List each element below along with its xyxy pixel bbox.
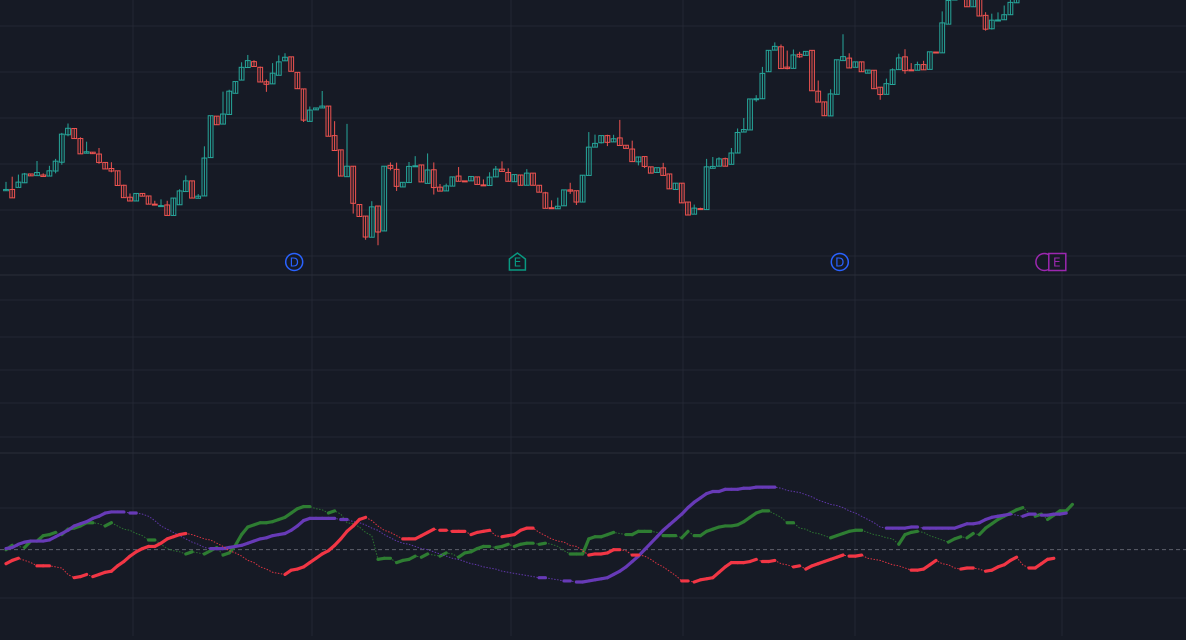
marker-label: E — [514, 256, 522, 270]
candle-body — [909, 70, 914, 71]
marker-label: D — [835, 256, 844, 270]
candle-body — [754, 99, 759, 100]
series-segment — [180, 534, 186, 535]
candle-body — [159, 206, 164, 207]
series-segment — [911, 531, 917, 532]
candle-body — [413, 166, 418, 167]
series-segment — [80, 574, 86, 576]
candle-body — [462, 181, 467, 182]
series-segment — [328, 511, 334, 513]
series-segment — [1048, 558, 1054, 559]
series-segment — [186, 552, 192, 554]
candle-body — [934, 52, 939, 53]
dividend-marker[interactable]: D — [286, 254, 303, 271]
series-segment — [359, 517, 365, 519]
candle[interactable] — [462, 181, 467, 182]
series-segment — [49, 532, 55, 534]
candle[interactable] — [934, 52, 939, 53]
series-segment — [539, 543, 545, 544]
series-segment — [12, 558, 18, 560]
chart-background — [0, 0, 1186, 636]
series-segment — [1004, 514, 1010, 515]
series-segment — [1060, 513, 1066, 514]
series-segment — [793, 566, 799, 567]
dividend-marker[interactable]: D — [831, 254, 848, 271]
series-segment — [955, 537, 961, 539]
chart-root[interactable]: DEDE — [0, 0, 1186, 636]
future-earnings-marker[interactable]: E — [1049, 254, 1066, 271]
series-segment — [769, 560, 775, 561]
series-segment — [483, 530, 489, 531]
series-segment — [855, 555, 861, 556]
candle-body — [549, 208, 554, 209]
series-segment — [1017, 508, 1023, 510]
candle-body — [481, 185, 486, 186]
series-segment — [607, 532, 613, 534]
marker-label: D — [290, 256, 299, 270]
series-segment — [750, 559, 756, 561]
candle-body — [152, 204, 157, 205]
series-segment — [502, 544, 508, 546]
chart-canvas[interactable]: DEDE — [0, 0, 1186, 636]
marker-label: E — [1053, 256, 1061, 270]
series-segment — [837, 555, 843, 557]
